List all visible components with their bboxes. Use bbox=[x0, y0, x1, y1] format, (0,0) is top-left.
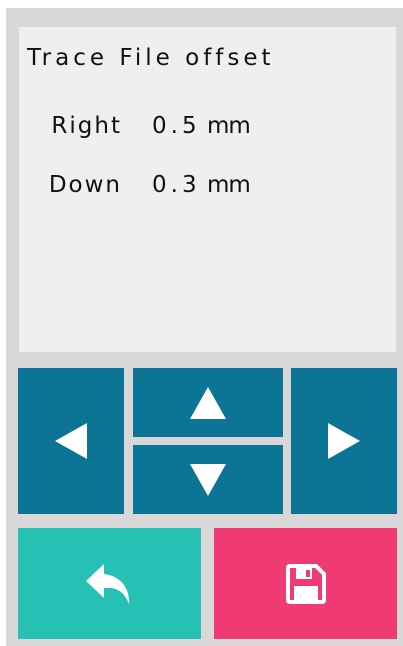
offset-unit: mm bbox=[207, 172, 251, 198]
arrow-left-icon bbox=[55, 423, 87, 459]
undo-icon bbox=[85, 563, 129, 604]
device-panel: Trace File offset Right 0.5 mm Down 0.3 … bbox=[6, 8, 403, 646]
save-icon bbox=[285, 563, 326, 604]
offset-unit: mm bbox=[207, 113, 251, 139]
offset-value: 0.5 bbox=[152, 113, 201, 139]
screen-title: Trace File offset bbox=[27, 45, 275, 71]
move-up-button[interactable] bbox=[133, 368, 283, 437]
move-right-button[interactable] bbox=[291, 368, 397, 514]
offset-label: Down bbox=[48, 172, 122, 198]
arrow-right-icon bbox=[328, 423, 360, 459]
move-left-button[interactable] bbox=[18, 368, 124, 514]
move-down-button[interactable] bbox=[133, 445, 283, 514]
save-button[interactable] bbox=[214, 528, 397, 639]
back-button[interactable] bbox=[18, 528, 201, 639]
arrow-up-icon bbox=[190, 386, 226, 419]
display-screen: Trace File offset Right 0.5 mm Down 0.3 … bbox=[19, 27, 396, 352]
offset-label: Right bbox=[51, 113, 122, 139]
offset-value: 0.3 bbox=[152, 172, 201, 198]
arrow-down-icon bbox=[190, 463, 226, 496]
